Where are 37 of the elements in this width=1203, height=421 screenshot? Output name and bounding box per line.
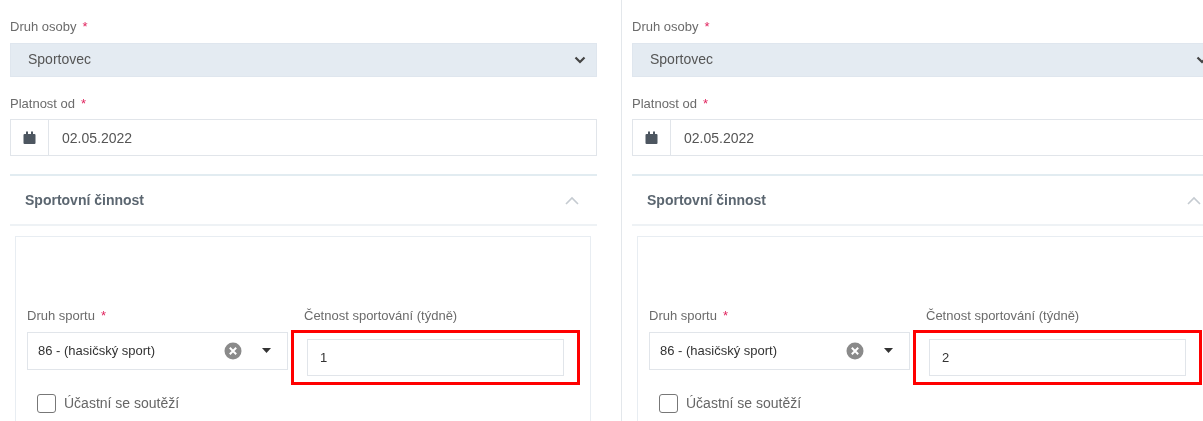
caret-icon[interactable] [884,348,893,353]
field-label: Druh osoby [10,18,77,36]
frequency-input[interactable]: 2 [929,338,1186,376]
field-label: Druh sportu [649,307,717,325]
date-field[interactable]: 02.05.2022 [671,119,1203,156]
person-type-select[interactable]: Sportovec [10,42,597,77]
field-label: Platnost od [10,94,76,113]
required-mark: * [703,95,709,111]
field-label: Druh osoby [632,18,699,36]
required-mark: * [82,19,88,34]
required-mark: * [704,19,710,34]
clear-icon[interactable] [846,341,864,360]
person-type-select[interactable]: Sportovec [632,42,1203,77]
frequency-input[interactable]: 1 [307,338,564,376]
date-field[interactable]: 02.05.2022 [49,119,597,156]
field-label: Platnost od [632,94,698,113]
field-label: Druh sportu [27,307,95,325]
calendar-icon [645,131,658,144]
field-label: Četnost sportování (týdně) [926,307,1080,325]
clear-icon[interactable] [224,341,242,360]
required-mark: * [100,308,106,323]
calendar-addon[interactable] [10,119,49,156]
calendar-addon[interactable] [632,119,671,156]
section-title: Sportovní činnost [25,190,144,210]
checkbox[interactable] [37,393,56,413]
required-mark: * [81,95,87,111]
checkbox-label: Účastní se soutěží [64,393,180,413]
checkbox-label: Účastní se soutěží [686,393,802,413]
sport-select[interactable]: 86 - (hasičský sport) [649,331,910,370]
calendar-icon [23,131,36,144]
caret-icon[interactable] [262,348,271,353]
required-mark: * [722,308,728,323]
sport-select[interactable]: 86 - (hasičský sport) [27,331,288,370]
checkbox[interactable] [659,393,678,413]
field-label: Četnost sportování (týdně) [304,307,458,325]
section-title: Sportovní činnost [647,190,766,210]
chevron-down-icon [574,55,586,64]
